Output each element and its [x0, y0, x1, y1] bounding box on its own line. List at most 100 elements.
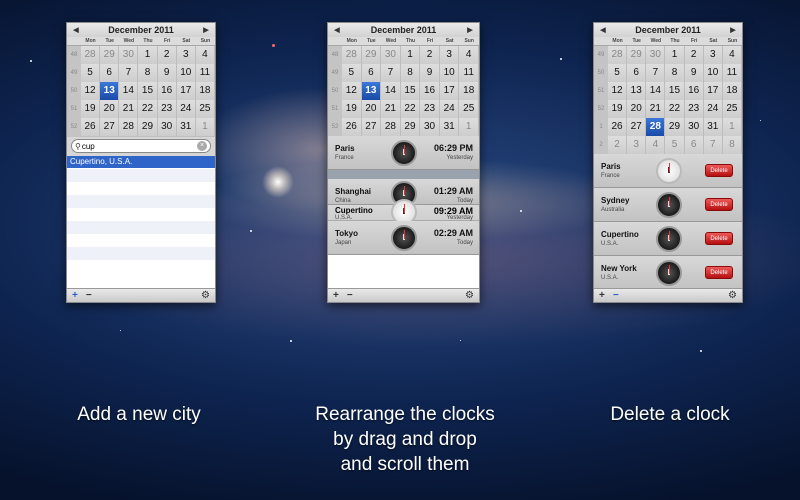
calendar-day[interactable]: 16 [157, 82, 177, 101]
calendar-day[interactable]: 12 [342, 82, 362, 101]
calendar-day[interactable]: 29 [627, 46, 647, 65]
delete-button[interactable]: Delete [705, 232, 733, 245]
calendar-day[interactable]: 10 [176, 64, 196, 83]
calendar-day[interactable]: 21 [381, 100, 401, 119]
gear-icon[interactable]: ⚙ [728, 290, 737, 301]
clock-row-cupertino[interactable]: Cupertino U.S.A. 09:29 AM Yesterday [328, 199, 479, 225]
calendar-day[interactable]: 31 [703, 118, 723, 137]
remove-city-button[interactable]: − [86, 290, 92, 301]
remove-city-button[interactable]: − [347, 290, 353, 301]
calendar-day[interactable]: 25 [459, 100, 479, 119]
calendar-day[interactable]: 20 [361, 100, 382, 119]
clock-row-paris[interactable]: Paris France 06:29 PM Yesterday [328, 136, 479, 170]
calendar-day[interactable]: 2 [684, 46, 704, 65]
calendar-day[interactable]: 23 [684, 100, 704, 119]
delete-button[interactable]: Delete [705, 164, 733, 177]
calendar-day[interactable]: 30 [157, 118, 177, 137]
calendar-day[interactable]: 22 [665, 100, 685, 119]
calendar-day[interactable]: 17 [439, 82, 460, 101]
calendar-day[interactable]: 2 [420, 46, 440, 65]
calendar-day[interactable]: 28 [81, 46, 101, 65]
calendar-day[interactable]: 14 [381, 82, 401, 101]
calendar-day[interactable]: 23 [420, 100, 440, 119]
calendar-day[interactable]: 29 [361, 46, 382, 65]
next-month-icon[interactable]: ▶ [202, 26, 210, 34]
calendar-day[interactable]: 3 [176, 46, 196, 65]
calendar-day[interactable]: 5 [608, 64, 628, 83]
calendar-day[interactable]: 3 [703, 46, 723, 65]
calendar-day[interactable]: 15 [138, 82, 158, 101]
calendar-day[interactable]: 8 [138, 64, 158, 83]
calendar-day[interactable]: 7 [381, 64, 401, 83]
prev-month-icon[interactable]: ◀ [333, 26, 341, 34]
prev-month-icon[interactable]: ◀ [599, 26, 607, 34]
search-input[interactable]: ⚲ cup × [71, 139, 211, 153]
next-month-icon[interactable]: ▶ [466, 26, 474, 34]
calendar-day[interactable]: 29 [400, 118, 421, 137]
calendar-day[interactable]: 6 [100, 64, 120, 83]
calendar-day[interactable]: 7 [703, 136, 723, 155]
calendar-day[interactable]: 24 [703, 100, 723, 119]
calendar-day[interactable]: 27 [100, 118, 120, 137]
calendar-day[interactable]: 30 [420, 118, 440, 137]
calendar-day[interactable]: 4 [722, 46, 742, 65]
calendar-day[interactable]: 1 [722, 118, 742, 137]
calendar-day[interactable]: 19 [608, 100, 628, 119]
calendar-day[interactable]: 26 [608, 118, 628, 137]
next-month-icon[interactable]: ▶ [729, 26, 737, 34]
calendar-day[interactable]: 15 [665, 82, 685, 101]
calendar-day[interactable]: 28 [342, 46, 362, 65]
calendar-day[interactable]: 1 [459, 118, 479, 137]
calendar-day[interactable]: 4 [195, 46, 215, 65]
clock-row-sydney[interactable]: Sydney Australia Delete [594, 188, 742, 222]
clock-row-new-york[interactable]: New York U.S.A. Delete [594, 256, 742, 290]
delete-button[interactable]: Delete [705, 198, 733, 211]
calendar-day[interactable]: 18 [459, 82, 479, 101]
calendar-day[interactable]: 7 [119, 64, 139, 83]
calendar-day[interactable]: 11 [195, 64, 215, 83]
calendar-day[interactable]: 20 [100, 100, 120, 119]
calendar-day[interactable]: 3 [627, 136, 647, 155]
calendar-day[interactable]: 18 [195, 82, 215, 101]
calendar-day[interactable]: 28 [608, 46, 628, 65]
clock-row-cupertino[interactable]: Cupertino U.S.A. Delete [594, 222, 742, 256]
calendar-day[interactable]: 23 [157, 100, 177, 119]
calendar-day[interactable]: 1 [138, 46, 158, 65]
calendar-day[interactable]: 11 [722, 64, 742, 83]
calendar-day[interactable]: 9 [420, 64, 440, 83]
calendar-day[interactable]: 16 [420, 82, 440, 101]
calendar-day[interactable]: 6 [361, 64, 382, 83]
calendar-day[interactable]: 15 [400, 82, 421, 101]
calendar-day[interactable]: 31 [176, 118, 196, 137]
clock-row-tokyo[interactable]: Tokyo Japan 02:29 AM Today [328, 221, 479, 255]
clock-row-paris[interactable]: Paris France Delete [594, 154, 742, 188]
calendar-day[interactable]: 6 [684, 136, 704, 155]
calendar-day[interactable]: 14 [646, 82, 666, 101]
search-result-item[interactable]: Cupertino, U.S.A. [67, 156, 215, 168]
calendar-day[interactable]: 28 [119, 118, 139, 137]
calendar-day[interactable]: 20 [627, 100, 647, 119]
calendar-day[interactable]: 3 [439, 46, 460, 65]
delete-button[interactable]: Delete [705, 266, 733, 279]
add-city-button[interactable]: + [72, 290, 78, 301]
gear-icon[interactable]: ⚙ [201, 290, 210, 301]
calendar-day[interactable]: 12 [608, 82, 628, 101]
calendar-day[interactable]: 26 [81, 118, 101, 137]
calendar-day[interactable]: 4 [459, 46, 479, 65]
calendar-day[interactable]: 27 [627, 118, 647, 137]
calendar-day[interactable]: 8 [665, 64, 685, 83]
calendar-day[interactable]: 29 [100, 46, 120, 65]
calendar-day[interactable]: 30 [381, 46, 401, 65]
clear-search-icon[interactable]: × [197, 141, 207, 151]
calendar-day[interactable]: 8 [400, 64, 421, 83]
calendar-day[interactable]: 5 [81, 64, 101, 83]
calendar-day[interactable]: 17 [703, 82, 723, 101]
calendar-day[interactable]: 2 [608, 136, 628, 155]
calendar-day[interactable]: 16 [684, 82, 704, 101]
calendar-day[interactable]: 26 [342, 118, 362, 137]
gear-icon[interactable]: ⚙ [465, 290, 474, 301]
calendar-day[interactable]: 30 [119, 46, 139, 65]
calendar-day[interactable]: 22 [400, 100, 421, 119]
calendar-day[interactable]: 12 [81, 82, 101, 101]
calendar-day[interactable]: 24 [439, 100, 460, 119]
